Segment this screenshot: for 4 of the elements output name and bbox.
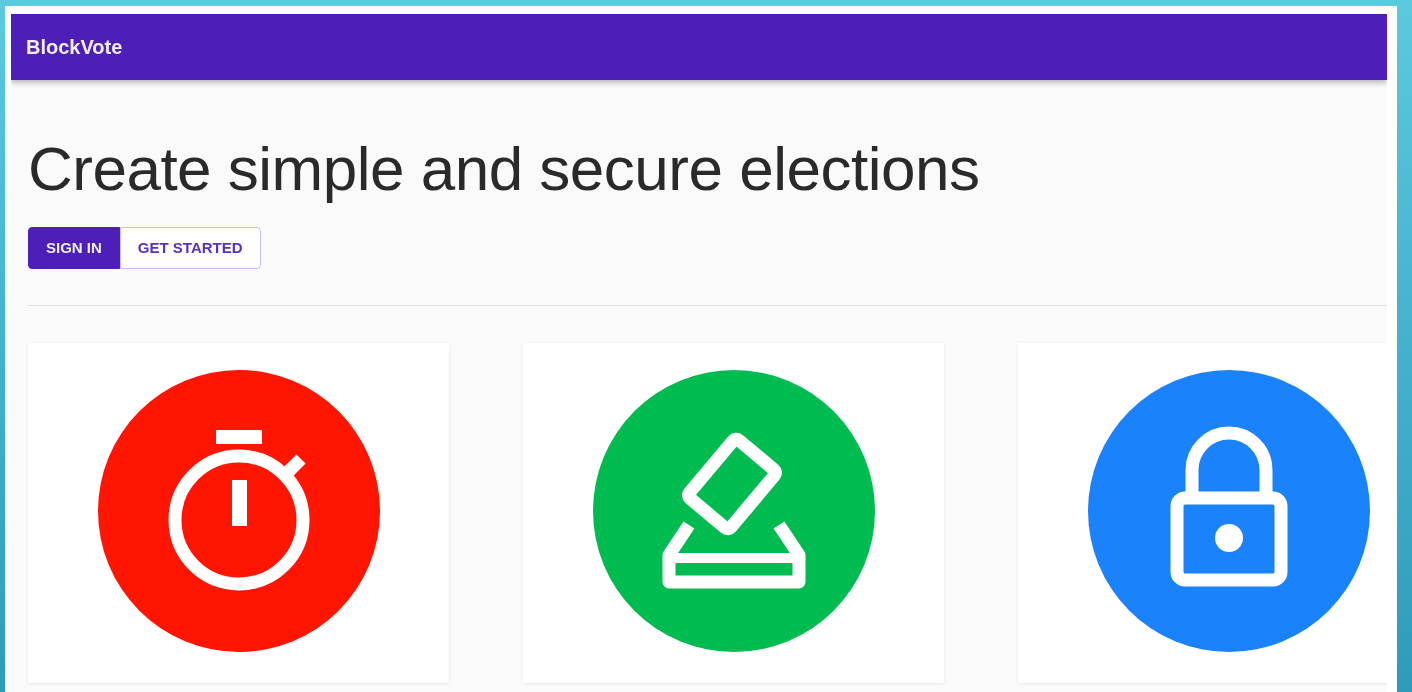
toggle-button[interactable]: SIGN IN <box>28 227 120 270</box>
toggle-button[interactable]: GET STARTED <box>119 227 261 270</box>
page-heading: Create simple and secure elections <box>28 135 981 204</box>
brand-name[interactable]: BlockVote <box>26 32 123 62</box>
